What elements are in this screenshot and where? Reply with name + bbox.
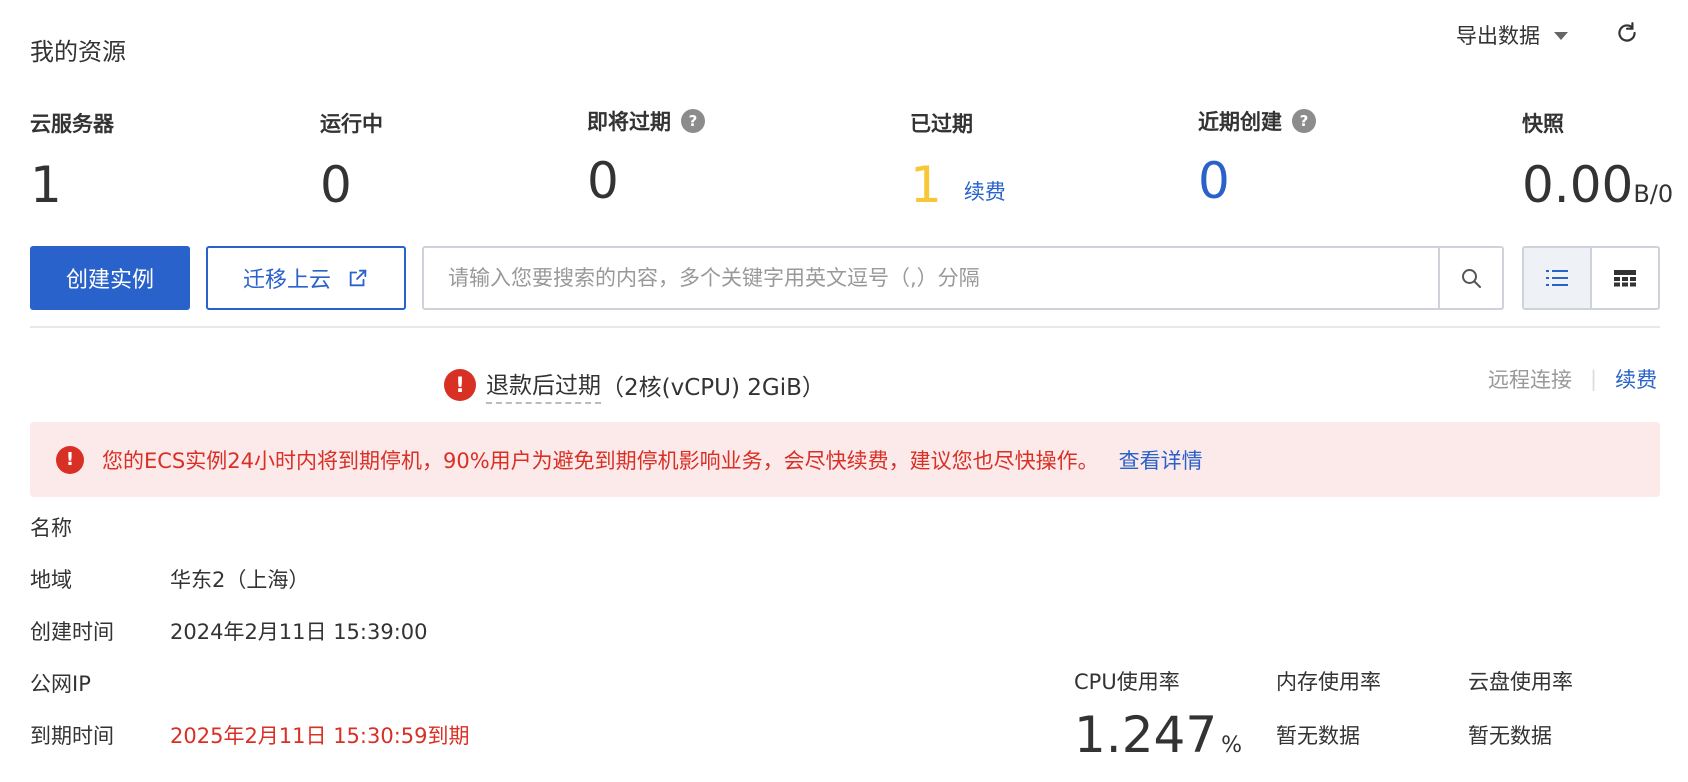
stat-expired[interactable]: 已过期 1 续费 [910, 108, 1006, 210]
created-time-value: 2024年2月11日 15:39:00 [170, 620, 428, 644]
instance-actions: 远程连接 | 续费 [1488, 364, 1657, 394]
error-icon: ! [444, 369, 476, 401]
stat-snapshot-value: 0.00 [1522, 156, 1634, 214]
action-separator: | [1590, 367, 1598, 391]
page-title: 我的资源 [30, 38, 126, 66]
disk-usage-value: 暂无数据 [1468, 724, 1552, 748]
help-icon[interactable]: ? [1292, 109, 1316, 133]
list-view-button[interactable] [1524, 248, 1592, 308]
instance-title: ! 退款后过期 （2核(vCPU) 2GiB） [444, 366, 825, 404]
memory-usage-label: 内存使用率 [1276, 670, 1381, 694]
expire-time-label: 到期时间 [30, 724, 114, 748]
stat-expiring[interactable]: 即将过期 ? 0 [587, 106, 705, 206]
stat-snapshot-label: 快照 [1522, 112, 1564, 136]
renew-link[interactable]: 续费 [964, 176, 1006, 206]
stat-recent-value: 0 [1198, 152, 1230, 210]
cpu-usage-label: CPU使用率 [1074, 670, 1180, 694]
card-view-button[interactable] [1592, 248, 1658, 308]
migrate-label: 迁移上云 [242, 268, 331, 293]
create-instance-button[interactable]: 创建实例 [30, 246, 190, 310]
disk-usage-label: 云盘使用率 [1468, 670, 1573, 694]
instance-renew-link[interactable]: 续费 [1615, 364, 1657, 394]
stat-snapshot-unit: B/0 [1633, 180, 1674, 208]
remote-connect-link[interactable]: 远程连接 [1488, 364, 1572, 394]
view-toggle[interactable] [1522, 246, 1660, 310]
region-value: 华东2（上海） [170, 568, 310, 592]
export-data-dropdown[interactable]: 导出数据 [1456, 20, 1568, 50]
memory-usage-value: 暂无数据 [1276, 724, 1360, 748]
caret-down-icon [1554, 32, 1568, 40]
public-ip-label: 公网IP [30, 672, 91, 696]
search-input[interactable] [424, 248, 1438, 308]
external-link-icon [347, 267, 369, 289]
stat-running-label: 运行中 [320, 112, 383, 136]
name-label: 名称 [30, 516, 72, 540]
stat-servers-value: 1 [30, 156, 62, 214]
export-data-label: 导出数据 [1456, 24, 1540, 48]
cpu-usage-unit: % [1221, 733, 1243, 758]
section-divider [30, 326, 1660, 328]
stat-recent-label: 近期创建 [1198, 110, 1282, 134]
search-button[interactable] [1438, 248, 1502, 308]
refresh-icon[interactable] [1614, 20, 1640, 46]
stat-running[interactable]: 运行中 0 [320, 108, 383, 210]
migrate-to-cloud-button[interactable]: 迁移上云 [206, 246, 406, 310]
grid-view-icon [1613, 268, 1637, 288]
expire-time-value: 2025年2月11日 15:30:59到期 [170, 724, 470, 748]
stat-snapshot[interactable]: 快照 0.00B/0 [1522, 108, 1673, 219]
list-view-icon [1545, 268, 1569, 288]
instance-spec: （2核(vCPU) 2GiB） [601, 375, 825, 401]
stat-servers[interactable]: 云服务器 1 [30, 108, 114, 210]
cpu-usage: 1.247 % [1074, 710, 1242, 760]
stat-servers-label: 云服务器 [30, 112, 114, 136]
instance-status[interactable]: 退款后过期 [486, 366, 601, 404]
stat-recent[interactable]: 近期创建 ? 0 [1198, 106, 1316, 206]
stat-running-value: 0 [320, 156, 352, 214]
alert-icon: ! [56, 445, 84, 474]
search-icon [1459, 266, 1483, 290]
help-icon[interactable]: ? [681, 109, 705, 133]
cpu-usage-value: 1.247 [1074, 706, 1218, 764]
view-details-link[interactable]: 查看详情 [1119, 445, 1203, 475]
expiry-alert: ! 您的ECS实例24小时内将到期停机，90%用户为避免到期停机影响业务，会尽快… [30, 422, 1660, 497]
create-instance-label: 创建实例 [65, 268, 154, 293]
created-time-label: 创建时间 [30, 620, 114, 644]
stat-expiring-label: 即将过期 [587, 110, 671, 134]
stat-expiring-value: 0 [587, 152, 619, 210]
stat-expired-value: 1 [910, 156, 942, 214]
region-label: 地域 [30, 568, 72, 592]
search-box[interactable] [422, 246, 1504, 310]
alert-text: 您的ECS实例24小时内将到期停机，90%用户为避免到期停机影响业务，会尽快续费… [102, 448, 1099, 473]
stat-expired-label: 已过期 [910, 112, 973, 136]
